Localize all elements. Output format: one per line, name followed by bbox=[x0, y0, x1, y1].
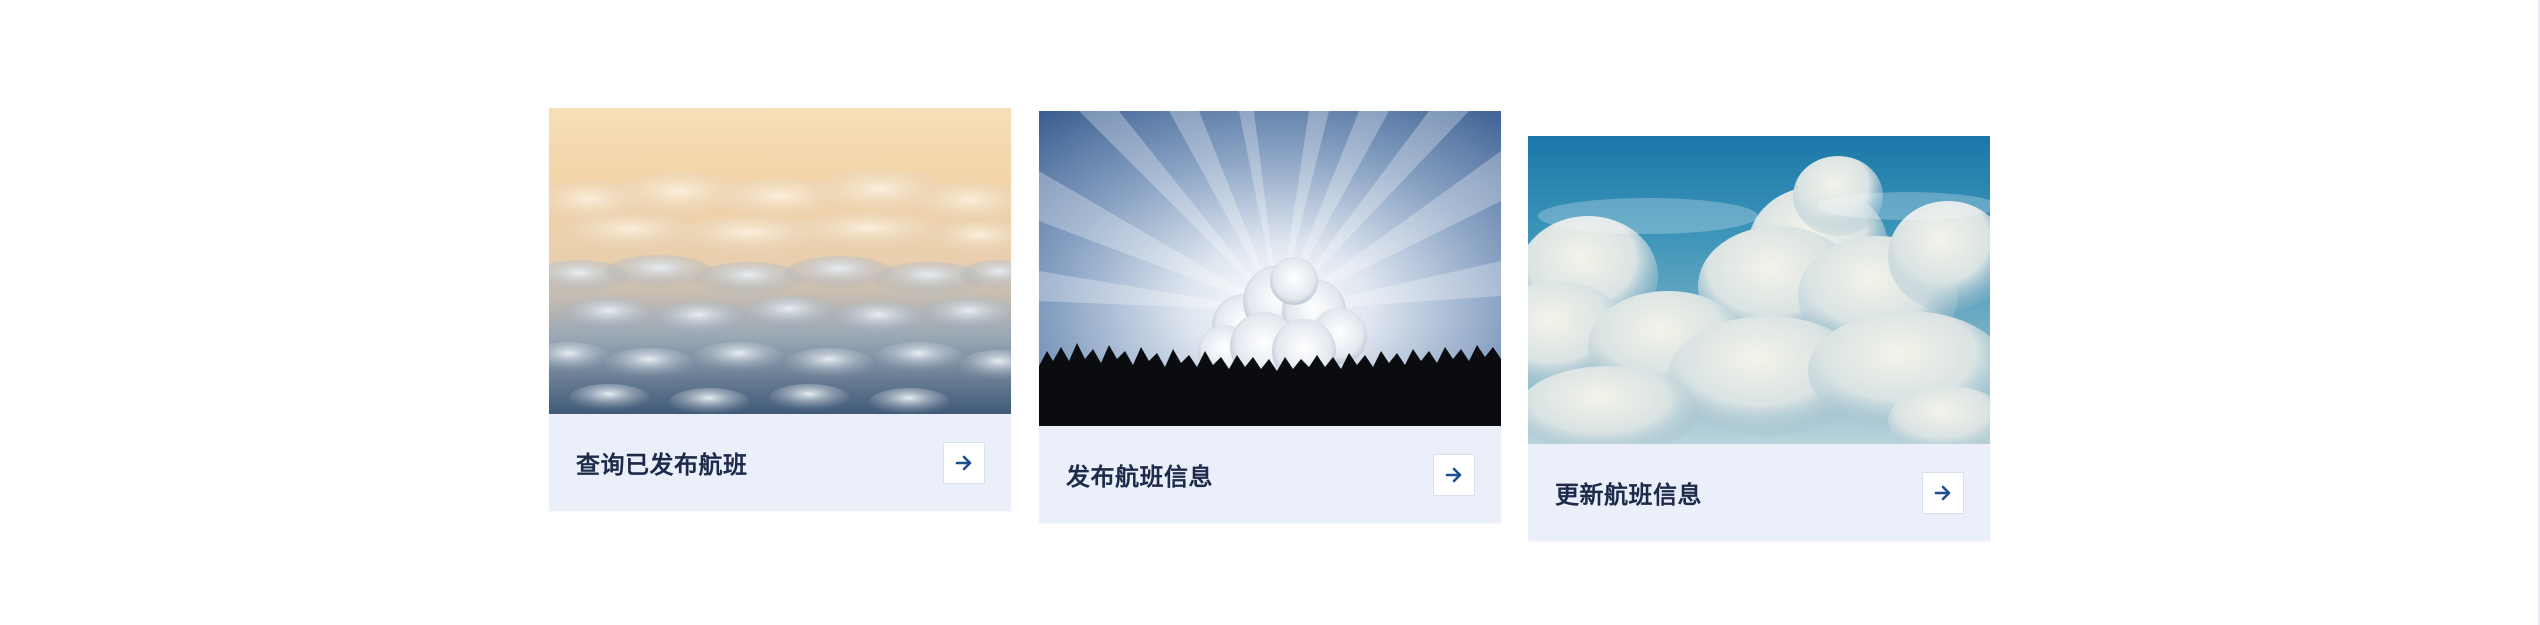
card-publish-flight-info[interactable]: 发布航班信息 bbox=[1039, 111, 1501, 523]
open-publish-flight-info-button[interactable] bbox=[1433, 453, 1475, 496]
card-footer: 发布航班信息 bbox=[1039, 426, 1501, 523]
open-update-flight-info-button[interactable] bbox=[1922, 471, 1964, 514]
card-image-cumulus-clouds bbox=[1528, 136, 1990, 444]
card-query-published-flights[interactable]: 查询已发布航班 bbox=[549, 108, 1011, 511]
arrow-right-icon bbox=[955, 455, 972, 470]
open-query-published-flights-button[interactable] bbox=[943, 441, 985, 484]
card-footer: 查询已发布航班 bbox=[549, 414, 1011, 511]
card-title: 更新航班信息 bbox=[1555, 481, 1702, 509]
arrow-right-icon bbox=[1445, 467, 1462, 482]
card-title: 发布航班信息 bbox=[1066, 463, 1213, 491]
card-image-sun-rays-cloud bbox=[1039, 111, 1501, 426]
card-title: 查询已发布航班 bbox=[576, 451, 748, 479]
card-update-flight-info[interactable]: 更新航班信息 bbox=[1528, 136, 1990, 541]
card-footer: 更新航班信息 bbox=[1528, 444, 1990, 541]
arrow-right-icon bbox=[1934, 485, 1951, 500]
card-image-sea-of-clouds bbox=[549, 108, 1011, 414]
